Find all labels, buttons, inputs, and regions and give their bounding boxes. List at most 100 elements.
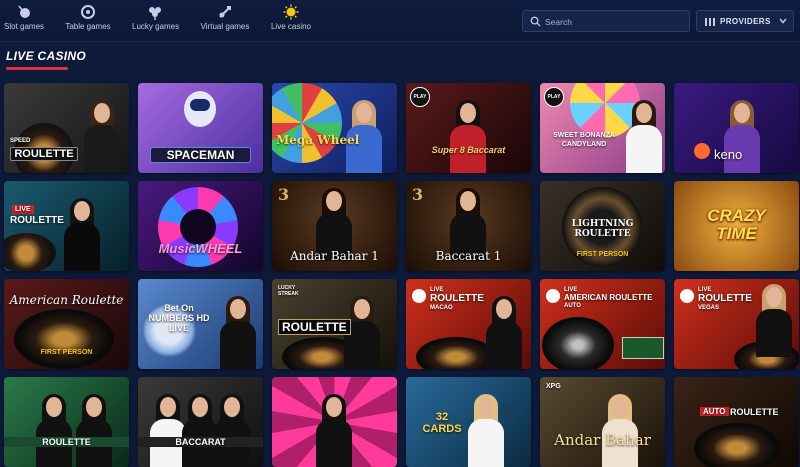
providers-button[interactable]: PROVIDERS [696, 10, 794, 32]
game-tile-pink-dealer[interactable] [272, 377, 397, 467]
game-tile-american-roulette-first-person[interactable]: American Roulette FIRST PERSON [4, 279, 129, 369]
tile-title: SWEET BONANZA CANDYLAND [553, 132, 615, 148]
dealer-figure [484, 296, 524, 369]
nav-label: Table games [65, 22, 111, 31]
live-casino-icon [283, 4, 299, 20]
game-tile-auto-roulette[interactable]: AUTO ROULETTE [674, 377, 799, 467]
dealer-figure [62, 198, 102, 271]
game-tile-sweet-bonanza[interactable]: PLAY SWEET BONANZA CANDYLAND [540, 83, 665, 173]
tile-title: ROULETTE [10, 147, 78, 161]
tile-title: MusicWHEEL [158, 241, 243, 256]
provider-logo: XPG [546, 383, 561, 390]
game-tile-american-roulette-auto[interactable]: LIVE AMERICAN ROULETTE AUTO [540, 279, 665, 369]
astronaut-visor [190, 99, 210, 111]
dealer-figure [448, 100, 488, 173]
tile-title: 32 CARDS [422, 411, 462, 435]
nav-virtual-games[interactable]: Virtual games [200, 4, 250, 40]
auto-badge: AUTO [700, 407, 729, 416]
tile-title: Mega Wheel [276, 133, 360, 147]
game-tile-keno[interactable]: keno [674, 83, 799, 173]
game-tile-super-8-baccarat[interactable]: PLAY Super 8 Baccarat [406, 83, 531, 173]
providers-label: PROVIDERS [720, 17, 771, 26]
game-tile-mega-wheel[interactable]: Mega Wheel [272, 83, 397, 173]
provider-logo-icon: 3 [412, 185, 424, 204]
game-grid: SPEED ROULETTE SPACEMAN Mega Wheel PLAY … [4, 83, 799, 467]
lucky-games-icon [149, 7, 161, 20]
dealer-figure [754, 284, 794, 357]
nav-live-casino[interactable]: Live casino [270, 4, 312, 40]
game-tile-lightning-roulette[interactable]: LIGHTNING ROULETTE FIRST PERSON [540, 181, 665, 271]
game-tile-live-roulette[interactable]: LIVE ROULETTE [4, 181, 129, 271]
tile-title: Super 8 Baccarat [431, 145, 506, 155]
roulette-wheel [4, 233, 56, 271]
dealer-figure [82, 100, 122, 173]
game-tile-baccarat-1[interactable]: 3 Baccarat 1 [406, 181, 531, 271]
game-tile-32-cards[interactable]: 32 CARDS [406, 377, 531, 467]
tile-title: Bet On NUMBERS HD LIVE [148, 303, 210, 333]
game-tile-andar-bahar-1[interactable]: 3 Andar Bahar 1 [272, 181, 397, 271]
dealer-figure [448, 188, 488, 261]
tile-title: ROULETTE [730, 407, 779, 417]
dealer-figure [212, 394, 252, 467]
tile-title: LIGHTNING ROULETTE [571, 219, 634, 239]
nav-label: Live casino [270, 22, 312, 31]
nav-label: Virtual games [200, 22, 250, 31]
tile-subtitle: FIRST PERSON [40, 349, 93, 356]
dealer-figure [218, 296, 258, 369]
search-icon [530, 16, 541, 27]
slot-games-icon [18, 5, 30, 18]
game-tile-lucky-streak-roulette[interactable]: LUCKY STREAK ROULETTE [272, 279, 397, 369]
game-tile-roulette-macao[interactable]: LIVE ROULETTE MACAO [406, 279, 531, 369]
provider-logo-icon: 3 [278, 185, 290, 204]
section-title-underline [6, 67, 68, 70]
keno-logo-icon [694, 143, 710, 159]
play-badge: PLAY [410, 87, 430, 107]
dealer-figure [624, 100, 664, 173]
game-tile-roulette-green[interactable]: ROULETTE [4, 377, 129, 467]
game-tile-crazy-time[interactable]: CRAZY TIME [674, 181, 799, 271]
dealer-figure [34, 394, 74, 467]
tile-subtitle: FIRST PERSON [576, 251, 629, 258]
game-tile-bet-on-numbers[interactable]: Bet On NUMBERS HD LIVE [138, 279, 263, 369]
tile-subtitle: SPEED [10, 138, 31, 144]
play-badge: PLAY [544, 87, 564, 107]
tile-title: keno [714, 147, 743, 162]
virtual-games-icon [219, 6, 231, 18]
game-tile-baccarat[interactable]: BACCARAT [138, 377, 263, 467]
tile-title: BACCARAT [138, 437, 263, 447]
tile-title: CRAZY TIME [707, 206, 766, 243]
nav-label: Lucky games [132, 22, 180, 31]
nav-table-games[interactable]: Table games [64, 4, 112, 40]
section-title: LIVE CASINO [6, 49, 86, 63]
tile-title: Andar Bahar [554, 431, 651, 449]
provider-logo-icon [412, 289, 426, 303]
tile-title: AMERICAN ROULETTE [564, 293, 653, 302]
game-tile-music-wheel[interactable]: MusicWHEEL [138, 181, 263, 271]
search-box[interactable] [522, 10, 690, 32]
tile-title: ROULETTE [430, 293, 484, 304]
dealer-figure [466, 394, 506, 467]
nav-slot-games[interactable]: Slot games [4, 4, 44, 40]
nav-lucky-games[interactable]: Lucky games [132, 4, 180, 40]
live-badge: LIVE [12, 205, 34, 214]
top-navigation-bar: Slot games Table games Lucky games Virtu… [0, 0, 800, 42]
search-input[interactable] [543, 14, 687, 30]
table-games-icon [81, 5, 95, 19]
tile-subtitle: VEGAS [698, 305, 720, 311]
game-tile-andar-bahar-xpg[interactable]: XPG Andar Bahar [540, 377, 665, 467]
tile-title: Andar Bahar 1 [290, 249, 379, 263]
provider-logo-icon [546, 289, 560, 303]
chevron-down-icon [779, 18, 787, 24]
roulette-wheel [694, 423, 780, 467]
tile-title: ROULETTE [698, 293, 752, 304]
game-tile-speed-roulette[interactable]: SPEED ROULETTE [4, 83, 129, 173]
game-tile-spaceman[interactable]: SPACEMAN [138, 83, 263, 173]
tile-subtitle: AUTO [564, 303, 581, 309]
tile-title: ROULETTE [278, 319, 351, 335]
tile-title: ROULETTE [10, 215, 64, 226]
game-tile-roulette-vegas[interactable]: LIVE ROULETTE VEGAS [674, 279, 799, 369]
filter-icon [705, 18, 715, 26]
wheel-hub [180, 209, 216, 245]
dealer-figure [314, 394, 354, 467]
roulette-wheel [14, 309, 114, 369]
